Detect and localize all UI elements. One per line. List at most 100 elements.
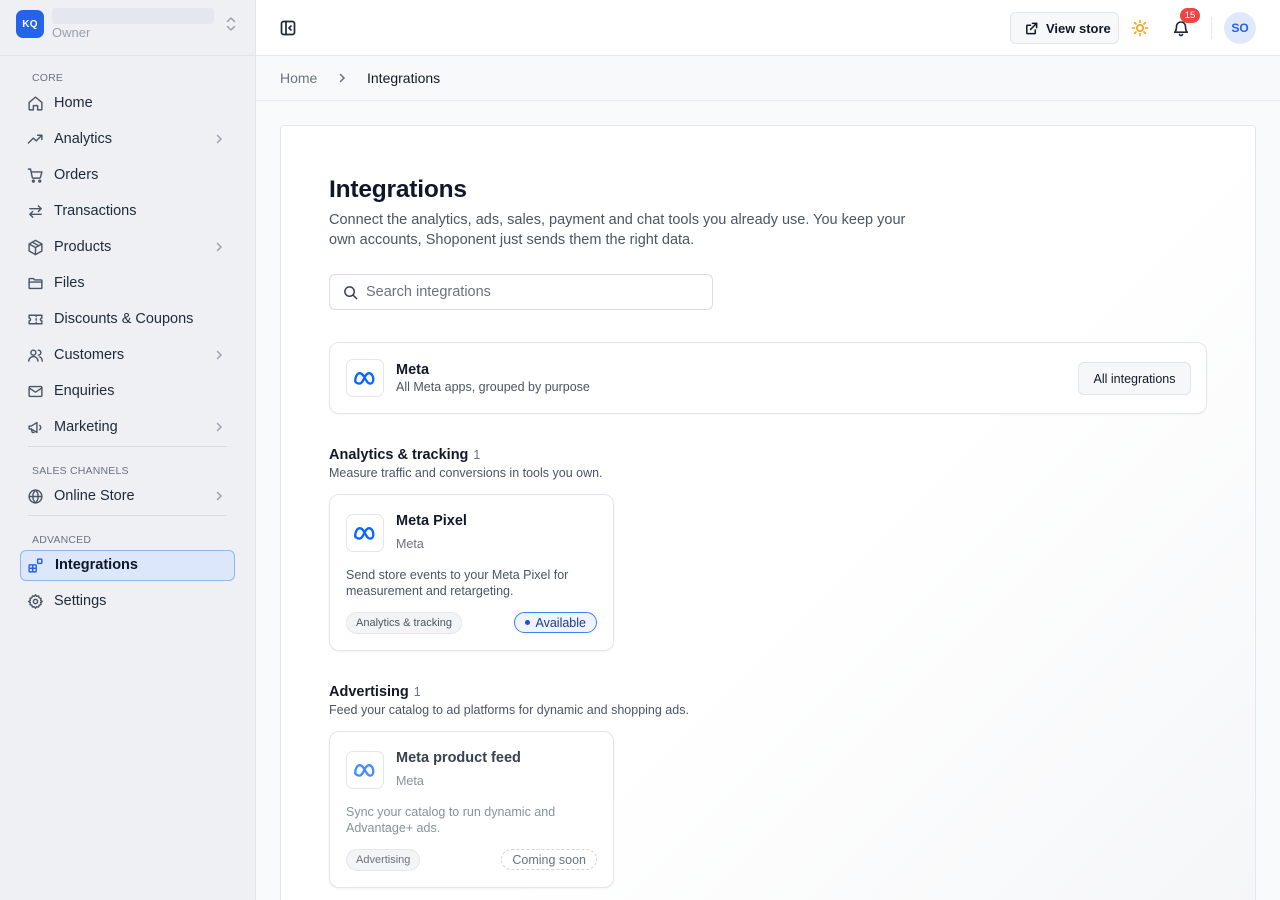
meta-group-subtitle: All Meta apps, grouped by purpose — [396, 380, 590, 394]
chevrons-up-down-icon — [223, 15, 239, 33]
folder-icon — [27, 275, 44, 292]
search-field[interactable] — [329, 274, 713, 310]
category-heading: Advertising 1 — [329, 684, 421, 700]
gear-icon — [27, 593, 44, 610]
avatar[interactable]: SO — [1224, 12, 1256, 44]
external-link-icon — [1024, 21, 1039, 36]
sidebar-item-products[interactable]: Products — [20, 232, 235, 263]
sidebar-item-files[interactable]: Files — [20, 268, 235, 299]
chevron-right-icon — [213, 490, 225, 502]
sidebar-toggle-icon[interactable] — [279, 19, 297, 37]
store-logo: KQ — [16, 10, 44, 38]
sidebar-item-marketing[interactable]: Marketing — [20, 412, 235, 443]
home-icon — [27, 95, 44, 112]
users-icon — [27, 347, 44, 364]
sidebar-item-label: Discounts & Coupons — [54, 311, 194, 327]
sidebar-item-label: Marketing — [54, 419, 118, 435]
sidebar-item-orders[interactable]: Orders — [20, 160, 235, 191]
integration-card-meta-pixel[interactable]: Meta Pixel Meta Send store events to you… — [329, 494, 614, 651]
mail-icon — [27, 383, 44, 400]
category-tag: Advertising — [346, 849, 421, 871]
sidebar-item-label: Analytics — [54, 131, 113, 147]
breadcrumb-current: Integrations — [367, 70, 441, 86]
nav-section-sales-channels: SALES CHANNELS — [32, 465, 129, 477]
nav-section-core: CORE — [32, 72, 64, 84]
nav-divider — [28, 446, 227, 447]
sidebar-item-label: Integrations — [55, 557, 138, 573]
meta-icon — [354, 372, 375, 385]
meta-group-card[interactable]: Meta All Meta apps, grouped by purpose A… — [329, 342, 1207, 414]
integration-vendor: Meta — [396, 537, 424, 551]
category-heading: Analytics & tracking 1 — [329, 447, 480, 463]
view-store-button[interactable]: View store — [1010, 12, 1119, 44]
category-tag: Analytics & tracking — [346, 612, 462, 634]
store-role: Owner — [52, 25, 91, 40]
meta-logo — [346, 514, 384, 552]
search-input[interactable] — [366, 275, 706, 309]
chevron-right-icon — [213, 133, 225, 145]
store-name-placeholder — [52, 8, 214, 24]
ticket-icon — [27, 311, 44, 328]
topbar: View store 15 SO — [256, 0, 1280, 56]
page-title: Integrations — [329, 176, 467, 203]
sidebar-item-settings[interactable]: Settings — [20, 586, 235, 617]
trend-icon — [27, 131, 44, 148]
meta-icon — [354, 764, 375, 777]
category-description: Measure traffic and conversions in tools… — [329, 466, 603, 480]
integration-name: Meta product feed — [396, 750, 521, 766]
status-badge: Available — [514, 612, 597, 633]
notification-badge: 15 — [1180, 8, 1200, 23]
status-badge: Coming soon — [501, 849, 597, 870]
sidebar-item-home[interactable]: Home — [20, 88, 235, 119]
all-integrations-button[interactable]: All integrations — [1078, 362, 1191, 395]
divider — [1211, 17, 1212, 39]
meta-icon — [354, 527, 375, 540]
category-count: 1 — [473, 448, 481, 462]
integration-vendor: Meta — [396, 774, 424, 788]
globe-icon — [27, 488, 44, 505]
integration-description: Send store events to your Meta Pixel for… — [346, 568, 569, 598]
chevron-right-icon — [213, 241, 225, 253]
store-switcher[interactable]: KQ Owner — [0, 0, 256, 56]
breadcrumb-home-link[interactable]: Home — [280, 70, 317, 86]
sidebar-item-transactions[interactable]: Transactions — [20, 196, 235, 227]
sidebar-item-label: Orders — [54, 167, 99, 183]
integration-description: Sync your catalog to run dynamic and Adv… — [346, 805, 556, 835]
category-title: Advertising — [329, 684, 409, 700]
sidebar-item-label: Files — [54, 275, 85, 291]
sidebar-item-customers[interactable]: Customers — [20, 340, 235, 371]
sidebar-item-label: Enquiries — [54, 383, 115, 399]
sidebar-item-discounts[interactable]: Discounts & Coupons — [20, 304, 235, 335]
search-icon — [343, 285, 358, 300]
integration-name: Meta Pixel — [396, 513, 467, 529]
sidebar-item-analytics[interactable]: Analytics — [20, 124, 235, 155]
cart-icon — [27, 167, 44, 184]
sidebar-item-integrations[interactable]: Integrations — [20, 550, 235, 581]
chevron-right-icon — [213, 349, 225, 361]
chevron-right-icon — [336, 72, 348, 84]
sidebar-item-enquiries[interactable]: Enquiries — [20, 376, 235, 407]
sidebar-item-label: Settings — [54, 593, 107, 609]
meta-logo — [346, 751, 384, 789]
integration-card-meta-product-feed[interactable]: Meta product feed Meta Sync your catalog… — [329, 731, 614, 888]
nav-section-advanced: ADVANCED — [32, 534, 92, 546]
sun-icon[interactable] — [1131, 19, 1149, 37]
megaphone-icon — [27, 419, 44, 436]
sidebar-item-label: Online Store — [54, 488, 135, 504]
sidebar-item-online-store[interactable]: Online Store — [20, 481, 235, 512]
status-label: Available — [535, 615, 586, 630]
blocks-icon — [27, 557, 44, 574]
box-icon — [27, 239, 44, 256]
sidebar: KQ Owner CORE Home Analytics Orders Tran… — [0, 0, 256, 900]
meta-group-title: Meta — [396, 362, 430, 378]
chevron-right-icon — [213, 421, 225, 433]
view-store-label: View store — [1046, 21, 1111, 36]
category-description: Feed your catalog to ad platforms for dy… — [329, 703, 689, 717]
status-dot — [525, 620, 531, 625]
nav-divider — [28, 515, 227, 516]
meta-logo — [346, 359, 384, 397]
arrows-icon — [27, 203, 44, 220]
category-title: Analytics & tracking — [329, 447, 469, 463]
sidebar-item-label: Transactions — [54, 203, 137, 219]
sidebar-item-label: Products — [54, 239, 112, 255]
